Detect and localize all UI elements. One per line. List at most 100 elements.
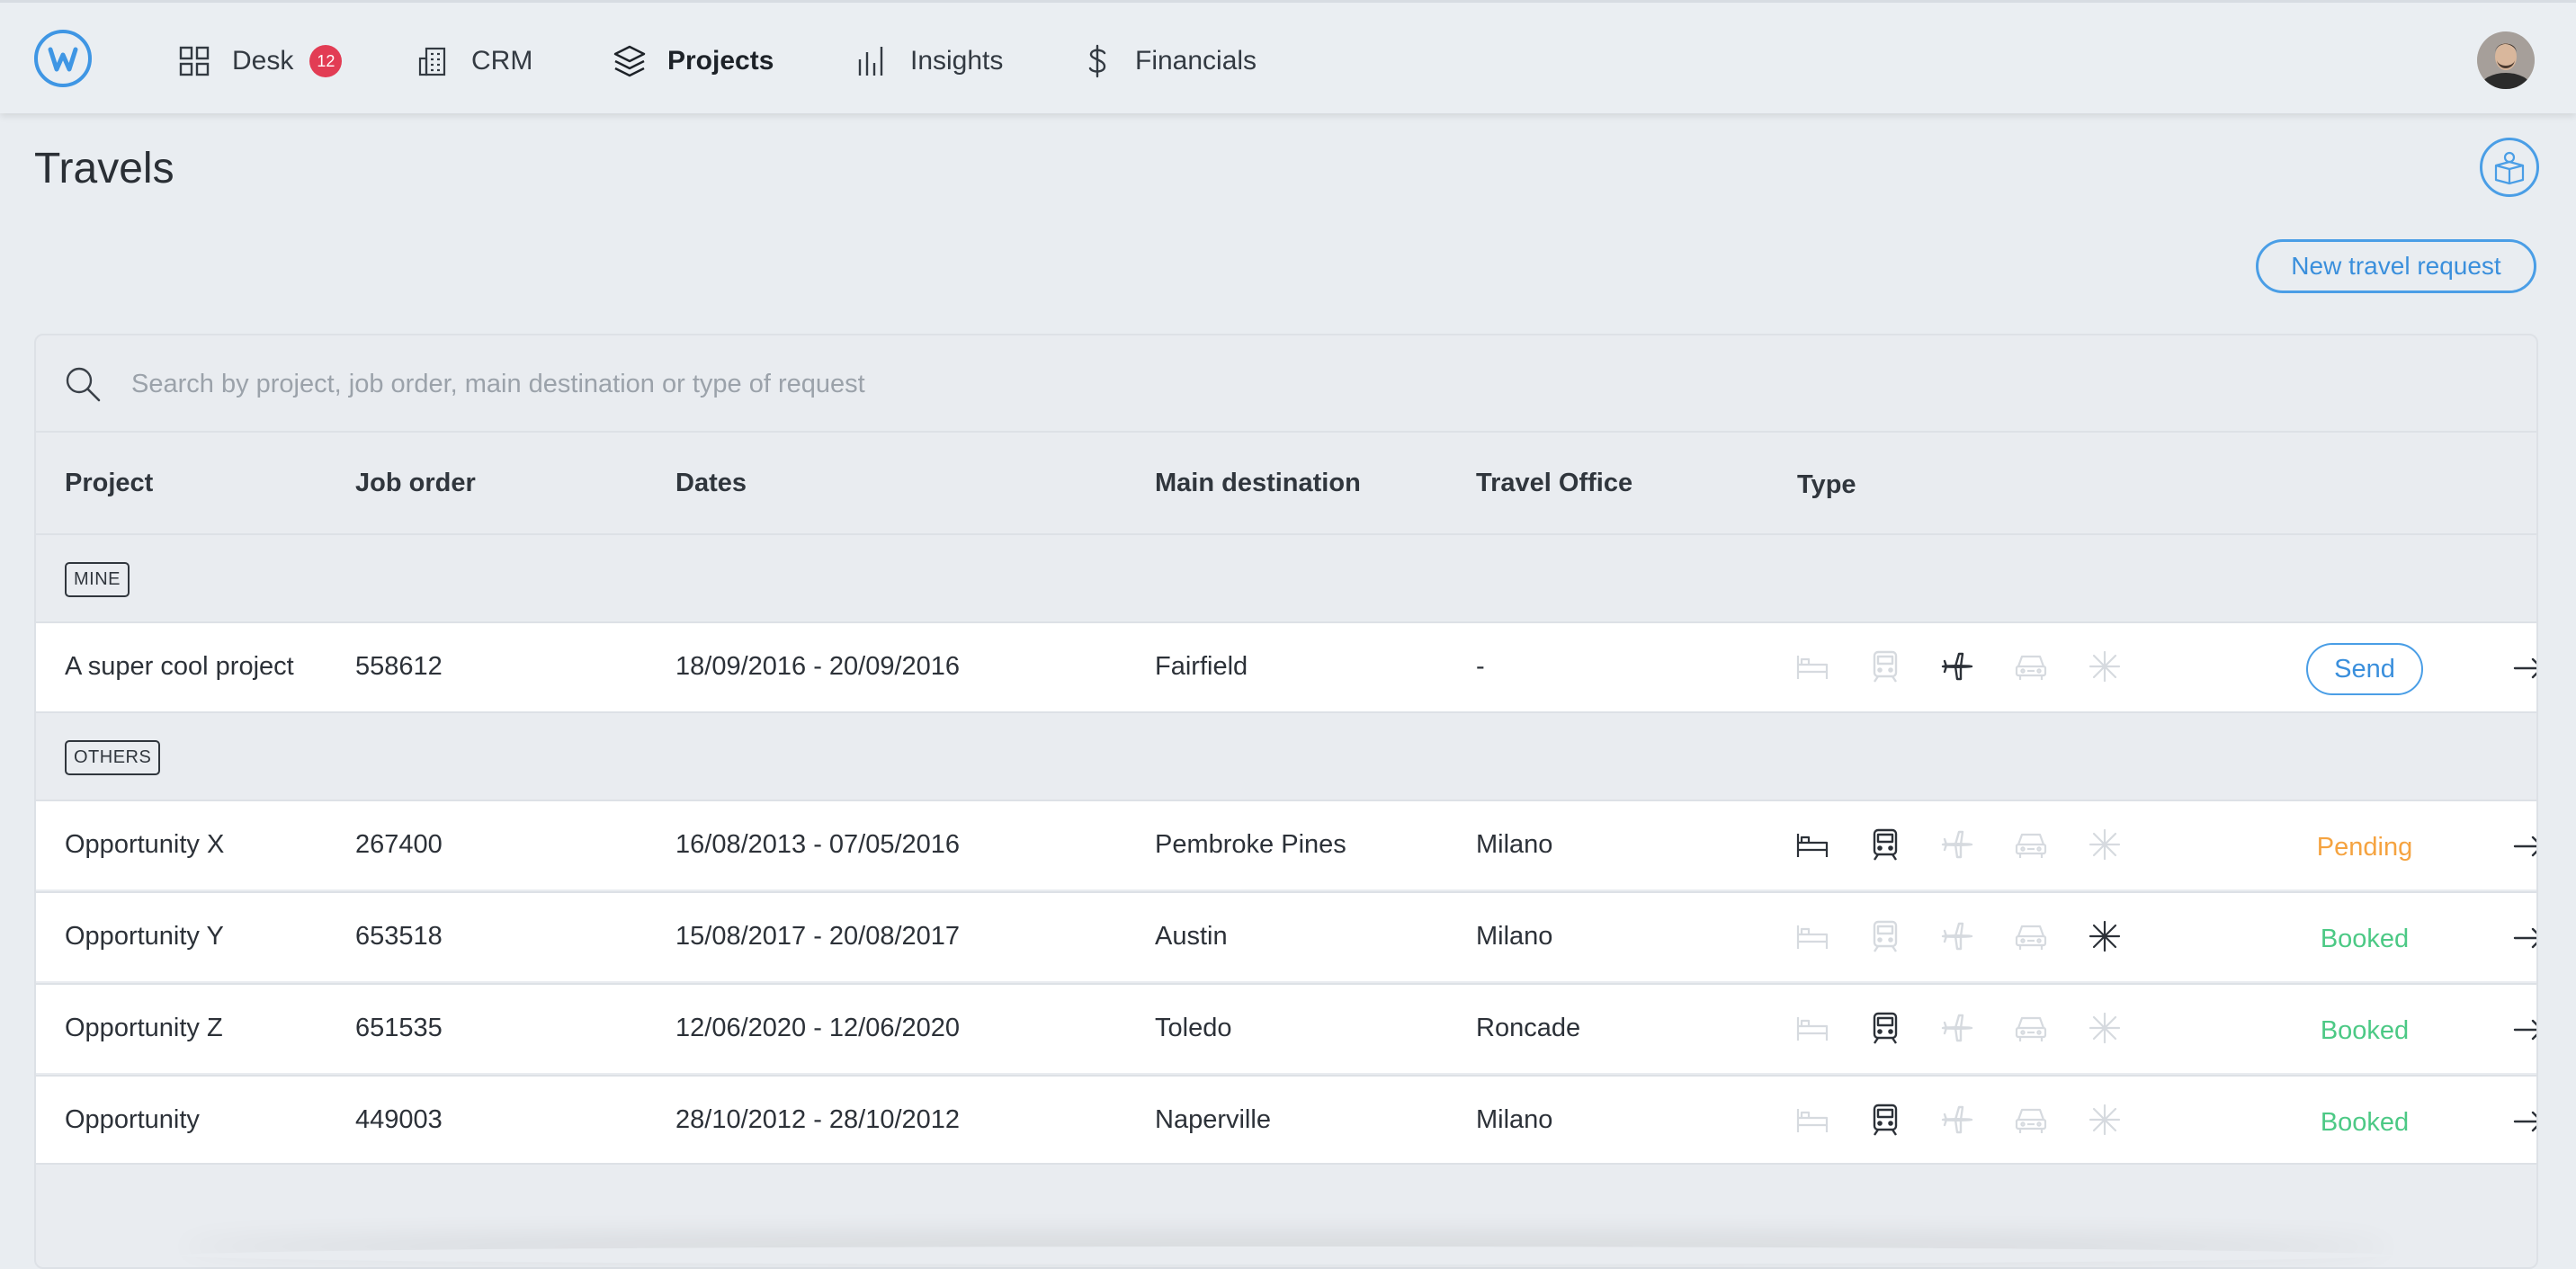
- car-icon: [2013, 1010, 2049, 1046]
- asterisk-icon: [2087, 1102, 2123, 1138]
- column-header-job-order[interactable]: Job order: [355, 469, 476, 498]
- cell-destination: Toledo: [1155, 1014, 1232, 1042]
- asterisk-icon: [2087, 648, 2123, 684]
- asterisk-icon: [2087, 1010, 2123, 1046]
- status-label: Booked: [2320, 1107, 2410, 1137]
- cell-project: Opportunity X: [65, 830, 225, 859]
- cell-destination: Naperville: [1155, 1105, 1271, 1134]
- nav-label-desk: Desk: [232, 46, 294, 76]
- status-label: Booked: [2320, 1015, 2410, 1045]
- hotel-bed-icon: [1794, 648, 1830, 684]
- cell-dates: 15/08/2017 - 20/08/2017: [675, 922, 961, 951]
- cell-travel-office: Milano: [1476, 1105, 1553, 1134]
- search-bar: [36, 335, 2536, 433]
- status-label: Pending: [2316, 832, 2413, 862]
- nav-label-crm: CRM: [471, 46, 533, 76]
- train-icon: [1867, 827, 1903, 862]
- arrow-right-icon[interactable]: [2511, 920, 2536, 956]
- train-icon: [1867, 1102, 1903, 1138]
- package-button[interactable]: [2480, 138, 2539, 197]
- travels-panel: Project Job order Dates Main destination…: [34, 334, 2538, 1269]
- grid-icon: [179, 46, 210, 76]
- user-avatar[interactable]: [2477, 31, 2535, 89]
- logo-w-icon: [48, 47, 78, 72]
- group-others: OTHERS: [36, 711, 2536, 798]
- group-tag-others: OTHERS: [65, 740, 161, 775]
- cell-job-order: 653518: [355, 922, 443, 951]
- search-icon: [66, 367, 101, 402]
- group-tag-mine: MINE: [65, 562, 130, 597]
- nav-item-insights[interactable]: Insights: [854, 39, 1003, 84]
- table-row[interactable]: Opportunity 449003 28/10/2012 - 28/10/2012…: [36, 1075, 2536, 1165]
- cell-destination: Fairfield: [1155, 652, 1248, 681]
- cell-project: Opportunity Z: [65, 1014, 223, 1042]
- car-icon: [2013, 648, 2049, 684]
- dollar-icon: [1088, 44, 1106, 78]
- top-navigation-bar: Desk 12 CRM Projects Insights Financials: [0, 0, 2576, 113]
- arrow-right-icon[interactable]: [2511, 1012, 2536, 1048]
- nav-label-financials: Financials: [1135, 46, 1257, 76]
- cell-job-order: 558612: [355, 652, 443, 681]
- arrow-right-icon[interactable]: [2511, 828, 2536, 864]
- table-row[interactable]: Opportunity X 267400 16/08/2013 - 07/05/20…: [36, 800, 2536, 889]
- cell-dates: 16/08/2013 - 07/05/2016: [675, 830, 961, 859]
- arrow-right-icon[interactable]: [2511, 1104, 2536, 1139]
- layers-icon: [613, 45, 646, 77]
- cell-job-order: 651535: [355, 1014, 443, 1042]
- nav-item-projects[interactable]: Projects: [612, 39, 774, 84]
- table-header: Project Job order Dates Main destination…: [36, 433, 2536, 535]
- user-photo-icon: [2477, 31, 2535, 89]
- nav-item-financials[interactable]: Financials: [1079, 39, 1257, 84]
- train-icon: [1867, 1010, 1903, 1046]
- column-header-dates[interactable]: Dates: [675, 469, 747, 498]
- cell-travel-office: Roncade: [1476, 1014, 1581, 1042]
- hotel-bed-icon: [1794, 1010, 1830, 1046]
- column-header-travel-office[interactable]: Travel Office: [1476, 469, 1632, 498]
- column-header-destination[interactable]: Main destination: [1155, 469, 1361, 498]
- cell-destination: Pembroke Pines: [1155, 830, 1346, 859]
- search-input[interactable]: [131, 359, 2470, 409]
- status-label: Booked: [2320, 924, 2410, 953]
- notification-badge: 12: [309, 45, 343, 77]
- nav-label-insights: Insights: [910, 46, 1004, 76]
- cell-travel-office: Milano: [1476, 922, 1553, 951]
- car-icon: [2013, 827, 2049, 862]
- airplane-icon: [1939, 1010, 1975, 1046]
- column-header-type[interactable]: Type: [1797, 470, 1856, 500]
- new-travel-request-button[interactable]: New travel request: [2256, 239, 2536, 293]
- cell-destination: Austin: [1155, 922, 1228, 951]
- airplane-icon: [1939, 1102, 1975, 1138]
- cell-job-order: 449003: [355, 1105, 443, 1134]
- package-user-icon: [2494, 151, 2525, 185]
- airplane-icon: [1939, 827, 1975, 862]
- cell-job-order: 267400: [355, 830, 443, 859]
- bar-chart-icon: [858, 47, 883, 76]
- train-icon: [1867, 918, 1903, 954]
- hotel-bed-icon: [1794, 918, 1830, 954]
- group-mine: MINE: [36, 535, 2536, 621]
- nav-label-projects: Projects: [667, 46, 774, 76]
- cell-project: A super cool project: [65, 652, 294, 681]
- car-icon: [2013, 918, 2049, 954]
- cell-dates: 18/09/2016 - 20/09/2016: [675, 652, 961, 681]
- arrow-right-icon[interactable]: [2511, 650, 2536, 686]
- hotel-bed-icon: [1794, 827, 1830, 862]
- column-header-project[interactable]: Project: [65, 469, 153, 498]
- car-icon: [2013, 1102, 2049, 1138]
- cell-dates: 28/10/2012 - 28/10/2012: [675, 1105, 961, 1134]
- send-button[interactable]: Send: [2306, 643, 2423, 695]
- cell-travel-office: Milano: [1476, 830, 1553, 859]
- table-row[interactable]: Opportunity Z 651535 12/06/2020 - 12/06/20…: [36, 983, 2536, 1073]
- panel-bottom-shadow: [180, 1247, 2393, 1265]
- building-icon: [418, 47, 446, 76]
- table-row[interactable]: Opportunity Y 653518 15/08/2017 - 20/08/20…: [36, 891, 2536, 981]
- table-row[interactable]: A super cool project 558612 18/09/2016 - 2…: [36, 621, 2536, 711]
- cell-dates: 12/06/2020 - 12/06/2020: [675, 1014, 961, 1042]
- nav-item-desk[interactable]: Desk 12: [176, 39, 343, 84]
- train-icon: [1867, 648, 1903, 684]
- asterisk-icon: [2087, 827, 2123, 862]
- hotel-bed-icon: [1794, 1102, 1830, 1138]
- app-logo[interactable]: [34, 30, 92, 87]
- cell-project: Opportunity: [65, 1105, 200, 1134]
- nav-item-crm[interactable]: CRM: [416, 39, 532, 84]
